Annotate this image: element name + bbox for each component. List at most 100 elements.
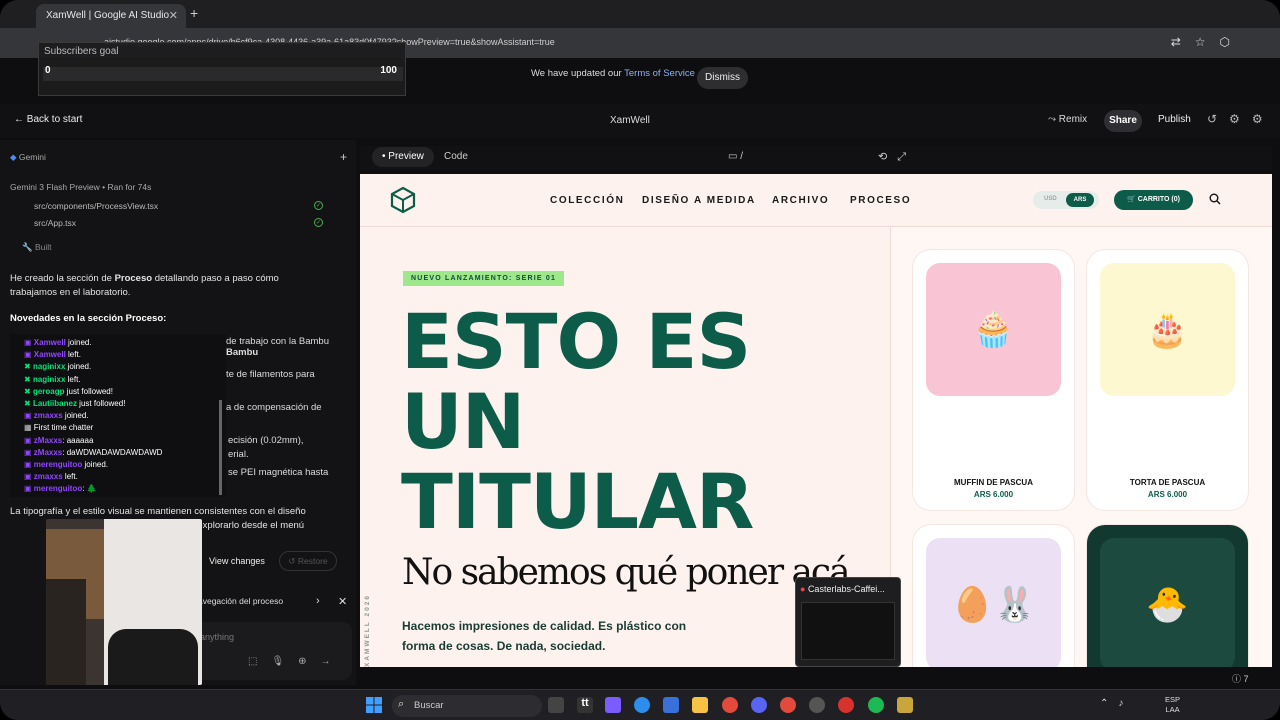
currency-toggle[interactable]: USD ARS bbox=[1033, 191, 1099, 209]
view-changes-button[interactable]: View changes bbox=[209, 556, 265, 566]
device-icon[interactable]: ▭ bbox=[728, 151, 740, 162]
windows-start-icon[interactable] bbox=[366, 697, 382, 713]
obs-icon[interactable] bbox=[809, 697, 825, 713]
history-icon[interactable]: ↺⚙⚙ bbox=[1207, 112, 1275, 126]
store-icon[interactable] bbox=[663, 697, 679, 713]
check-icon: ✓ bbox=[314, 201, 323, 210]
remix-button[interactable]: ⤳ Remix bbox=[1048, 114, 1087, 125]
chat-username[interactable]: zMaxxs bbox=[34, 448, 62, 457]
terms-notice: We have updated our Terms of Service bbox=[531, 68, 695, 79]
restore-button[interactable]: ↺ Restore bbox=[279, 551, 337, 571]
chat-username[interactable]: zMaxxs bbox=[34, 436, 62, 445]
restore-icon: ↺ bbox=[288, 556, 298, 566]
xamwell-logo-icon[interactable] bbox=[390, 186, 416, 214]
currency-usd[interactable]: USD bbox=[1044, 196, 1057, 202]
chat-username[interactable]: merenguitoo bbox=[34, 460, 82, 469]
discord-icon[interactable] bbox=[751, 697, 767, 713]
intro-line2: trabajamos en el laboratorio. bbox=[10, 287, 131, 298]
follow-icon: ✖ bbox=[24, 399, 33, 408]
task-view-icon[interactable] bbox=[548, 697, 564, 713]
product-card[interactable]: 🥚🐰 bbox=[913, 525, 1074, 667]
tab-preview[interactable]: • Preview bbox=[372, 147, 434, 167]
hero-line: UN bbox=[401, 377, 525, 466]
browser-tab[interactable]: XamWell | Google AI Studio ✕ bbox=[36, 4, 186, 28]
chrome-icon[interactable] bbox=[722, 697, 738, 713]
chat-scrollbar[interactable] bbox=[219, 400, 222, 495]
chat-username[interactable]: merenguitoo bbox=[34, 484, 82, 493]
refresh-icon[interactable]: ⟲⤢ bbox=[878, 150, 916, 164]
cart-button[interactable]: 🛒 CARRITO (0) bbox=[1114, 190, 1193, 210]
language-indicator[interactable]: ESP LAA bbox=[1165, 695, 1180, 715]
close-tab-icon[interactable]: ✕ bbox=[169, 9, 178, 22]
product-figure-icon: 🧁 bbox=[972, 310, 1015, 349]
tab-preview-label: Preview bbox=[388, 151, 424, 162]
chevron-right-icon[interactable]: › bbox=[316, 595, 320, 607]
taskbar-search[interactable]: ⌕ Buscar bbox=[392, 695, 542, 717]
twitch-icon: ▣ bbox=[24, 484, 34, 494]
browser-tabbar: XamWell | Google AI Studio ✕ + bbox=[0, 0, 1280, 28]
currency-ars[interactable]: ARS bbox=[1066, 193, 1094, 207]
product-image[interactable]: 🥚🐰 bbox=[926, 538, 1061, 667]
nav-proceso[interactable]: PROCESO bbox=[850, 195, 911, 206]
tab-code[interactable]: Code bbox=[444, 151, 468, 162]
share-button[interactable]: Share bbox=[1104, 110, 1142, 132]
caster-thumbnail bbox=[801, 602, 895, 660]
hero-line: TITULAR bbox=[401, 457, 754, 546]
dismiss-button[interactable]: Dismiss bbox=[697, 67, 748, 89]
product-card[interactable]: 🎂 TORTA DE PASCUA ARS 6.000 bbox=[1087, 250, 1248, 510]
suggestion-chip[interactable]: avegación del proceso bbox=[198, 596, 283, 606]
file-item[interactable]: src/components/ProcessView.tsx bbox=[34, 201, 158, 211]
folder-icon[interactable] bbox=[692, 697, 708, 713]
app-icon[interactable] bbox=[897, 697, 913, 713]
edge-icon[interactable] bbox=[634, 697, 650, 713]
back-to-start-button[interactable]: ← Back to start bbox=[14, 114, 82, 125]
arrow-left-icon: ← bbox=[14, 114, 27, 125]
nav-diseno[interactable]: DISEÑO A MEDIDA bbox=[642, 195, 756, 206]
chat-text: left. bbox=[65, 350, 81, 360]
twitch-icon: ▣ bbox=[24, 435, 34, 445]
product-card[interactable]: 🐣 bbox=[1087, 525, 1248, 667]
cart-icon: 🛒 bbox=[1127, 196, 1138, 203]
spotify-icon[interactable] bbox=[868, 697, 884, 713]
info-count[interactable]: ⓘ 7 bbox=[1232, 672, 1249, 685]
casterlabs-window-preview[interactable]: ● Casterlabs-Caffei... bbox=[795, 577, 901, 667]
product-image[interactable]: 🧁 bbox=[926, 263, 1061, 396]
product-image[interactable]: 🐣 bbox=[1100, 538, 1235, 667]
nav-archivo[interactable]: ARCHIVO bbox=[772, 195, 829, 206]
casterlabs-icon[interactable] bbox=[838, 697, 854, 713]
chat-username[interactable]: geroagp bbox=[33, 387, 65, 396]
product-image[interactable]: 🎂 bbox=[1100, 263, 1235, 396]
preview-path[interactable]: ▭ / bbox=[728, 151, 743, 162]
chat-username[interactable]: zmaxxs bbox=[34, 472, 63, 481]
chat-message: ▣ Xamwell left. bbox=[24, 350, 81, 359]
bullet-fragment: de trabajo con la Bambu bbox=[226, 336, 329, 347]
webcam-chair bbox=[108, 629, 198, 685]
file-item[interactable]: src/App.tsx bbox=[34, 218, 76, 228]
new-tab-icon[interactable]: + bbox=[190, 5, 198, 21]
publish-button[interactable]: Publish bbox=[1158, 114, 1191, 125]
chat-username[interactable]: Lautiibanez bbox=[33, 399, 77, 408]
close-icon[interactable]: ✕ bbox=[338, 595, 347, 608]
wifi-icon[interactable]: ⌃♪ bbox=[1100, 698, 1133, 709]
chat-username[interactable]: naginixx bbox=[33, 362, 65, 371]
search-icon[interactable] bbox=[1209, 193, 1221, 205]
twitch-icon: ▣ bbox=[24, 460, 34, 469]
chrome-icon[interactable] bbox=[780, 697, 796, 713]
chat-username[interactable]: Xamwell bbox=[34, 338, 66, 347]
check-icon: ✓ bbox=[314, 218, 323, 227]
terms-link[interactable]: Terms of Service bbox=[624, 68, 695, 79]
add-icon[interactable]: + bbox=[340, 150, 347, 164]
chat-username[interactable]: zmaxxs bbox=[34, 411, 63, 420]
prompt-input[interactable]: anything ⬚🎙⊕→ bbox=[190, 622, 352, 680]
twitch-icon: ▣ bbox=[24, 338, 34, 347]
microphone-icon[interactable]: ⬚🎙⊕→ bbox=[248, 656, 345, 667]
app-icon[interactable] bbox=[605, 697, 621, 713]
terminal-icon[interactable]: tt bbox=[577, 697, 593, 713]
nav-coleccion[interactable]: COLECCIÓN bbox=[550, 195, 624, 206]
preview-path-text: / bbox=[740, 151, 744, 162]
product-card[interactable]: 🧁 MUFFIN DE PASCUA ARS 6.000 bbox=[913, 250, 1074, 510]
chat-username[interactable]: naginixx bbox=[33, 375, 65, 384]
chat-username[interactable]: Xamwell bbox=[34, 350, 66, 359]
product-name: TORTA DE PASCUA bbox=[1129, 478, 1206, 487]
translate-icon[interactable]: ⇄☆⬡ bbox=[1171, 35, 1244, 49]
